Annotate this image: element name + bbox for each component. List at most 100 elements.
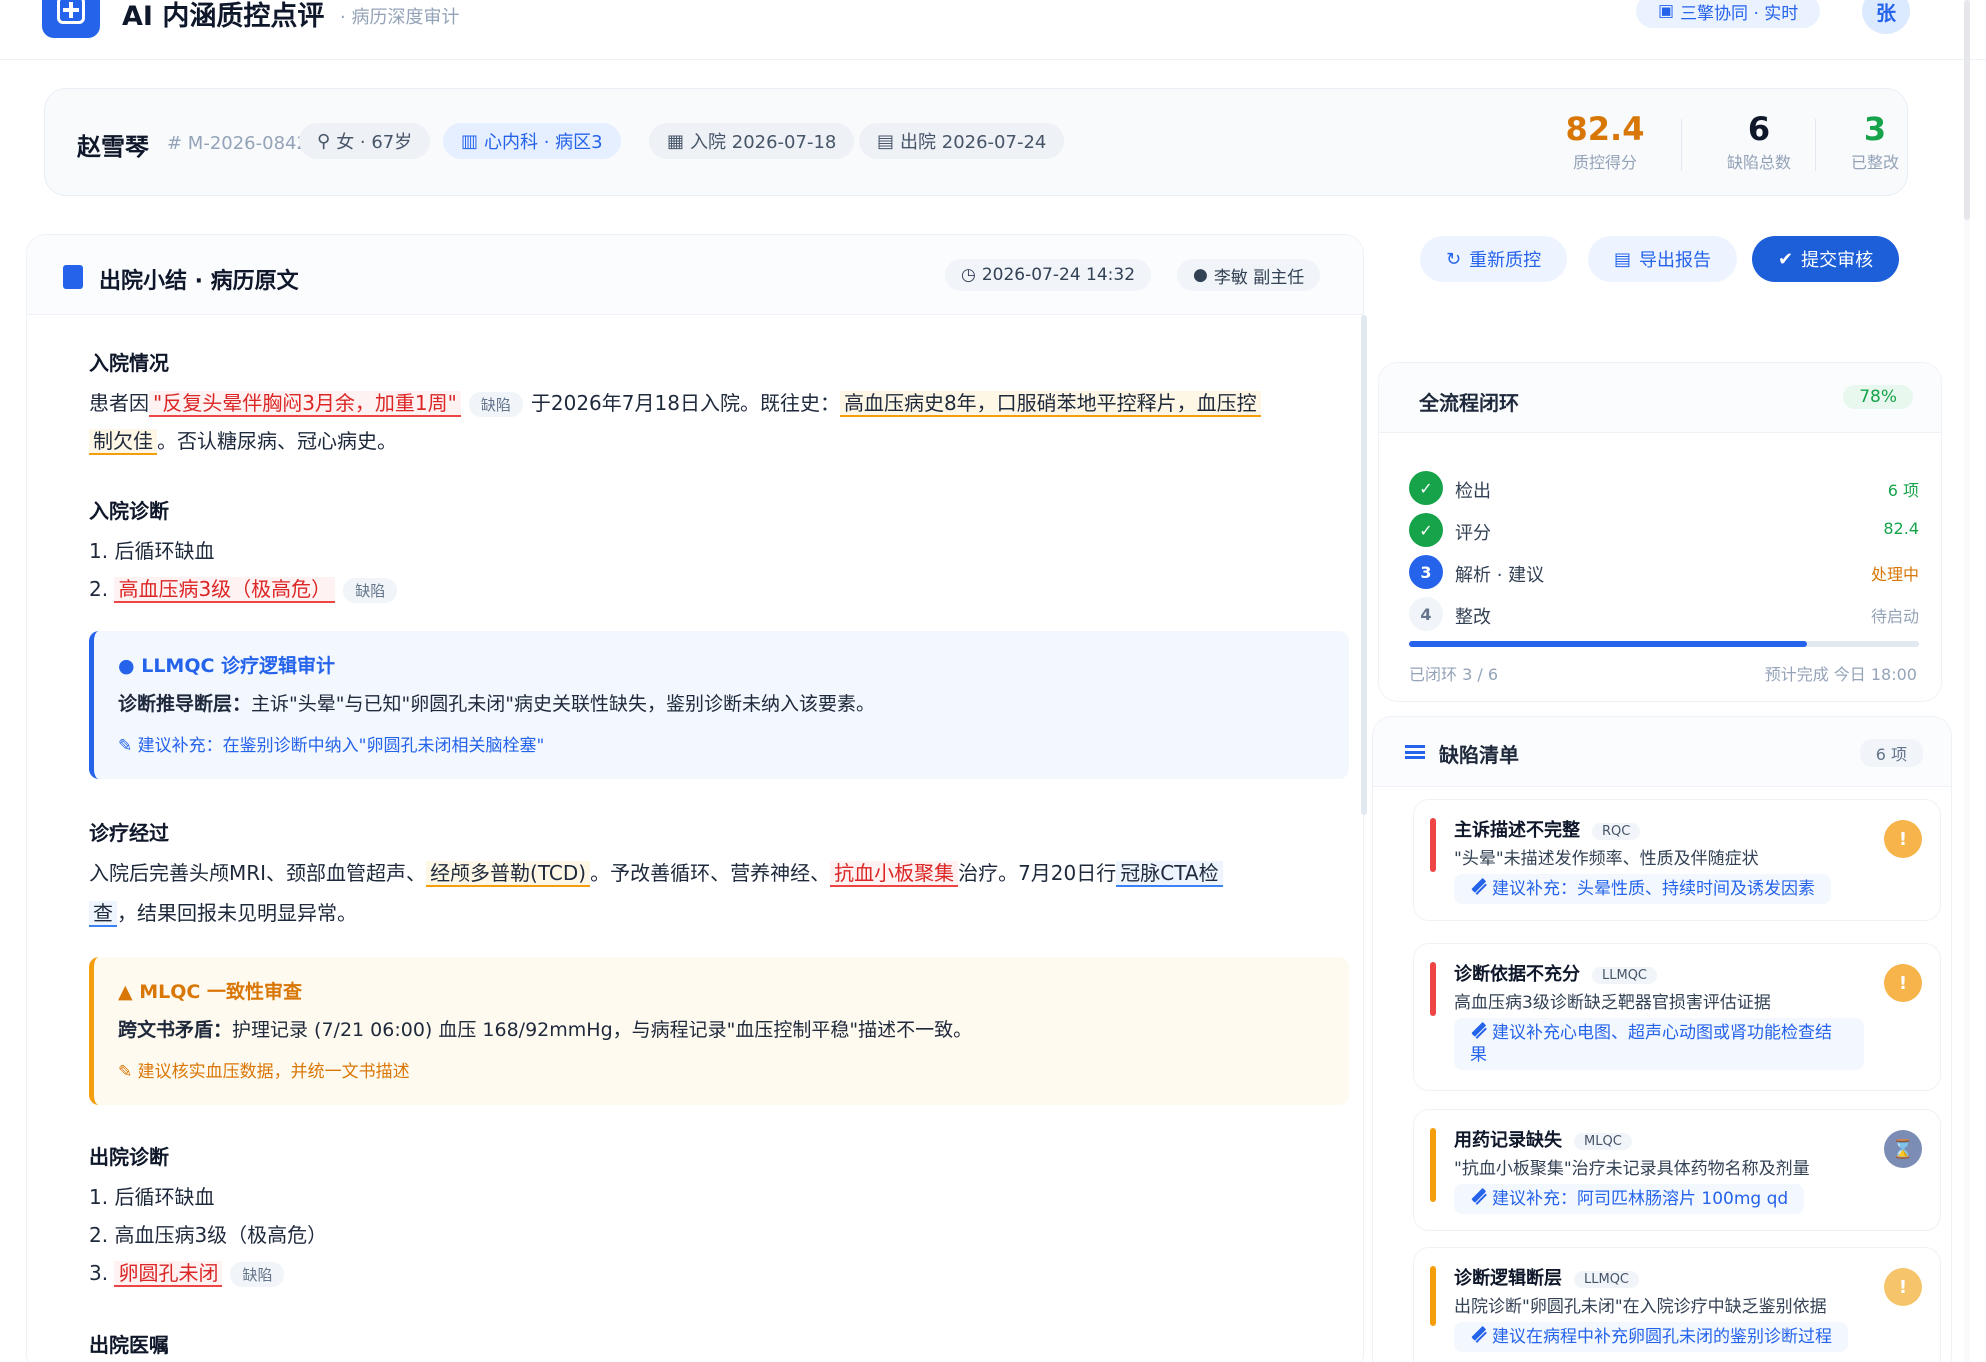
warning-icon[interactable]: ! bbox=[1884, 1268, 1922, 1306]
highlight-tcd[interactable]: 经颅多普勒(TCD) bbox=[426, 861, 591, 887]
admission-date-chip: ▦ 入院 2026-07-18 bbox=[649, 123, 855, 159]
admit-diagnosis-2: 2. 高血压病3级（极高危） 缺陷 bbox=[89, 573, 405, 603]
defect-tag[interactable]: 缺陷 bbox=[343, 578, 398, 603]
section-title-admit-diagnosis: 入院诊断 bbox=[89, 499, 169, 523]
stat-divider bbox=[1681, 119, 1682, 171]
discharge-diagnosis-1: 1. 后循环缺血 bbox=[89, 1185, 215, 1209]
export-report-button[interactable]: ▤ 导出报告 bbox=[1588, 236, 1738, 282]
recheck-button[interactable]: ↻ 重新质控 bbox=[1420, 236, 1568, 282]
defect-suggestion[interactable]: 建议补充：阿司匹林肠溶片 100mg qd bbox=[1454, 1184, 1805, 1214]
pencil-icon bbox=[1467, 1323, 1487, 1343]
defect-description: 出院诊断"卵圆孔未闭"在入院诊疗中缺乏鉴别依据 bbox=[1454, 1297, 1827, 1317]
step-value: 82.4 bbox=[1883, 519, 1919, 538]
edit-icon: ✎ bbox=[118, 736, 133, 756]
defect-source-tag: RQC bbox=[1592, 822, 1641, 840]
document-scrollbar[interactable] bbox=[1361, 315, 1367, 815]
recheck-button-label: 重新质控 bbox=[1469, 250, 1542, 271]
step-value: 待启动 bbox=[1870, 607, 1919, 626]
mlqc-callout-title: ▲ MLQC 一致性审查 bbox=[118, 977, 302, 1004]
workflow-step: 3 解析 · 建议 处理中 bbox=[1409, 555, 1919, 589]
defect-suggestion[interactable]: 建议补充：头晕性质、持续时间及诱发因素 bbox=[1454, 874, 1831, 904]
llmqc-title-label: LLMQC 诊疗逻辑审计 bbox=[141, 655, 336, 677]
hourglass-icon[interactable]: ⌛ bbox=[1884, 1130, 1922, 1168]
highlight-cta[interactable]: 冠脉CTA检 bbox=[1116, 861, 1223, 887]
highlight-hypertension-diagnosis[interactable]: 高血压病3级（极高危） bbox=[114, 577, 336, 603]
highlight-chief-complaint[interactable]: "反复头晕伴胸闷3月余，加重1周" bbox=[149, 391, 461, 417]
warning-icon[interactable]: ! bbox=[1884, 820, 1922, 858]
defect-tag[interactable]: 缺陷 bbox=[468, 392, 523, 417]
defect-title: 主诉描述不完整 RQC bbox=[1454, 816, 1641, 842]
text-segment: 入院后完善头颅MRI、颈部血管超声、 bbox=[89, 861, 427, 885]
collab-status-badge[interactable]: ▣ 三擎协同 · 实时 bbox=[1636, 0, 1821, 28]
defect-title-text: 诊断依据不充分 bbox=[1454, 964, 1580, 985]
defect-suggestion-text: 建议补充：阿司匹林肠溶片 100mg qd bbox=[1492, 1189, 1789, 1209]
highlight-past-history[interactable]: 高血压病史8年，口服硝苯地平控释片，血压控 bbox=[839, 391, 1261, 417]
step-done-icon: ✓ bbox=[1409, 471, 1443, 505]
workflow-loop-card: 全流程闭环 78% ✓ 检出 6 项 ✓ 评分 82.4 3 解析 · 建议 处… bbox=[1378, 362, 1942, 702]
mlqc-body-label: 跨文书矛盾： bbox=[118, 1019, 233, 1041]
text-segment: 于2026年7月18日入院。既往史： bbox=[530, 391, 840, 415]
defect-severity-bar bbox=[1430, 1266, 1436, 1326]
qc-score-stat: 82.4 质控得分 bbox=[1549, 109, 1661, 173]
submit-review-button[interactable]: ✔ 提交审核 bbox=[1752, 236, 1900, 282]
pencil-icon bbox=[1467, 875, 1487, 895]
defect-item[interactable]: 用药记录缺失 MLQC "抗血小板聚集"治疗未记录具体药物名称及剂量 建议补充：阿… bbox=[1413, 1109, 1941, 1231]
top-bar: AI 内涵质控点评 · 病历深度审计 ▣ 三擎协同 · 实时 张 bbox=[0, 0, 1986, 60]
mlqc-suggestion-link[interactable]: ✎ 建议核实血压数据，并统一文书描述 bbox=[118, 1057, 410, 1082]
stat-value: 3 bbox=[1863, 110, 1887, 148]
rectified-stat: 3 已整改 bbox=[1831, 109, 1919, 173]
text-segment: 治疗。7月20日行 bbox=[958, 861, 1117, 885]
page-scrollbar-thumb[interactable] bbox=[1964, 0, 1970, 220]
text-segment: 。予改善循环、营养神经、 bbox=[590, 861, 831, 885]
admission-date-label: 入院 2026-07-18 bbox=[690, 132, 837, 153]
workflow-progress-bar bbox=[1409, 641, 1919, 647]
defect-description: "头晕"未描述发作频率、性质及伴随症状 bbox=[1454, 849, 1759, 869]
defect-count-badge: 6 项 bbox=[1859, 739, 1923, 767]
defect-item[interactable]: 诊断依据不充分 LLMQC 高血压病3级诊断缺乏靶器官损害评估证据 建议补充心电图… bbox=[1413, 943, 1941, 1091]
avatar[interactable]: 张 bbox=[1862, 0, 1910, 34]
document-header: 出院小结 · 病历原文 ◷ 2026-07-24 14:32 ● 李敏 副主任 bbox=[27, 235, 1363, 315]
document-time: 2026-07-24 14:32 bbox=[981, 265, 1136, 285]
warning-icon[interactable]: ! bbox=[1884, 964, 1922, 1002]
document-title: 出院小结 · 病历原文 bbox=[99, 269, 299, 294]
defect-suggestion[interactable]: 建议在病程中补充卵圆孔未闭的鉴别诊断过程 bbox=[1454, 1322, 1848, 1352]
section-title-discharge-orders: 出院医嘱 bbox=[89, 1333, 169, 1357]
workflow-step: ✓ 评分 82.4 bbox=[1409, 513, 1919, 547]
defect-list-header: 缺陷清单 6 项 bbox=[1373, 717, 1951, 787]
workflow-header: 全流程闭环 78% bbox=[1379, 363, 1941, 433]
defect-list-card: 缺陷清单 6 项 主诉描述不完整 RQC "头晕"未描述发作频率、性质及伴随症状 … bbox=[1372, 716, 1952, 1362]
highlight-pfo-diagnosis[interactable]: 卵圆孔未闭 bbox=[114, 1261, 223, 1287]
defect-suggestion[interactable]: 建议补充心电图、超声心动图或肾功能检查结果 bbox=[1454, 1018, 1864, 1070]
patient-name: 赵雪琴 bbox=[77, 133, 149, 161]
defect-item[interactable]: 主诉描述不完整 RQC "头晕"未描述发作频率、性质及伴随症状 建议补充：头晕性质… bbox=[1413, 799, 1941, 921]
defect-title-text: 诊断逻辑断层 bbox=[1454, 1268, 1562, 1289]
workflow-eta: 预计完成 今日 18:00 bbox=[1764, 665, 1917, 684]
defect-severity-bar bbox=[1430, 962, 1436, 1016]
admission-text-line-2: 制欠佳 。否认糖尿病、冠心病史。 bbox=[89, 425, 397, 455]
treatment-text-line-2: 查，结果回报未见明显异常。 bbox=[89, 897, 357, 927]
section-title-treatment: 诊疗经过 bbox=[89, 821, 169, 845]
defect-description: "抗血小板聚集"治疗未记录具体药物名称及剂量 bbox=[1454, 1159, 1810, 1179]
workflow-title: 全流程闭环 bbox=[1419, 391, 1519, 415]
defect-title: 诊断逻辑断层 LLMQC bbox=[1454, 1264, 1640, 1290]
defect-tag[interactable]: 缺陷 bbox=[230, 1262, 285, 1287]
highlight-antiplatelet[interactable]: 抗血小板聚集 bbox=[830, 861, 959, 887]
highlight-past-history-cont[interactable]: 制欠佳 bbox=[89, 429, 157, 455]
treatment-text-line-1: 入院后完善头颅MRI、颈部血管超声、 经颅多普勒(TCD) 。予改善循环、营养神经、… bbox=[89, 857, 1223, 887]
step-number-badge: 4 bbox=[1409, 597, 1443, 631]
chip-icon: ▣ bbox=[1658, 1, 1675, 21]
workflow-progress-fill bbox=[1409, 641, 1807, 647]
document-time-chip: ◷ 2026-07-24 14:32 bbox=[945, 259, 1152, 291]
app-logo bbox=[42, 0, 100, 38]
user-icon: ● bbox=[1193, 265, 1208, 285]
discharge-date-chip: ▤ 出院 2026-07-24 bbox=[859, 123, 1065, 159]
defect-suggestion-text: 建议在病程中补充卵圆孔未闭的鉴别诊断过程 bbox=[1492, 1327, 1832, 1347]
discharge-date-label: 出院 2026-07-24 bbox=[900, 132, 1047, 153]
highlight-cta-cont[interactable]: 查 bbox=[89, 901, 117, 927]
medical-cross-icon bbox=[57, 0, 85, 24]
defect-item[interactable]: 诊断逻辑断层 LLMQC 出院诊断"卵圆孔未闭"在入院诊疗中缺乏鉴别依据 建议在病… bbox=[1413, 1247, 1941, 1362]
llmqc-suggestion-link[interactable]: ✎ 建议补充：在鉴别诊断中纳入"卵圆孔未闭相关脑栓塞" bbox=[118, 731, 544, 756]
llmqc-body-label: 诊断推导断层： bbox=[118, 693, 252, 715]
gender-age-label: 女 · 67岁 bbox=[336, 132, 413, 153]
list-number: 2. bbox=[89, 577, 109, 601]
